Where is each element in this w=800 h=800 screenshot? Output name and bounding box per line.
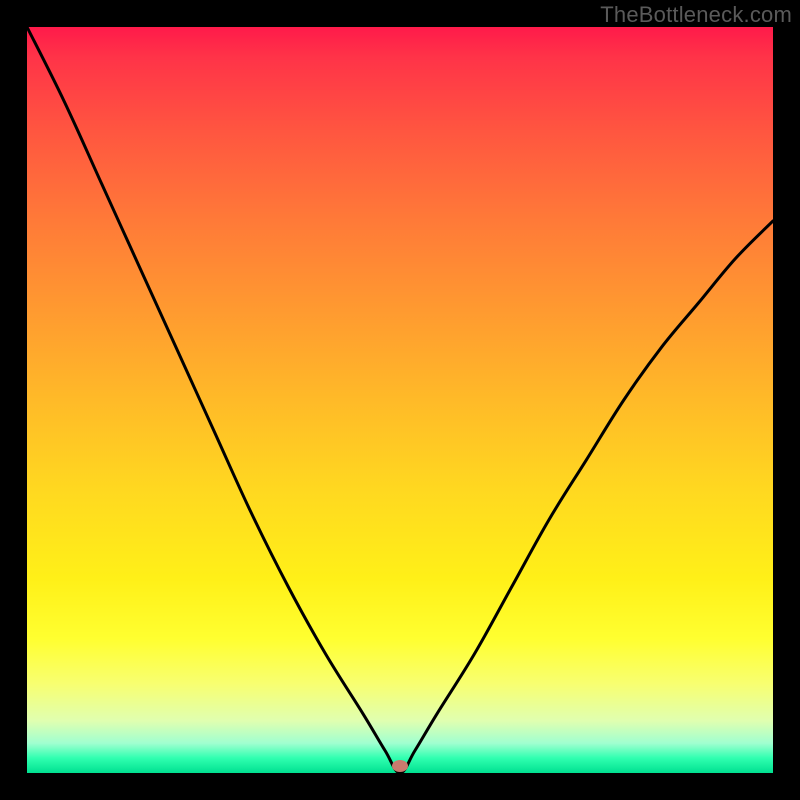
bottleneck-curve — [27, 27, 773, 773]
chart-plot-area — [27, 27, 773, 773]
watermark-text: TheBottleneck.com — [600, 2, 792, 28]
optimal-point-marker — [392, 760, 408, 772]
bottleneck-curve-path — [27, 27, 773, 773]
